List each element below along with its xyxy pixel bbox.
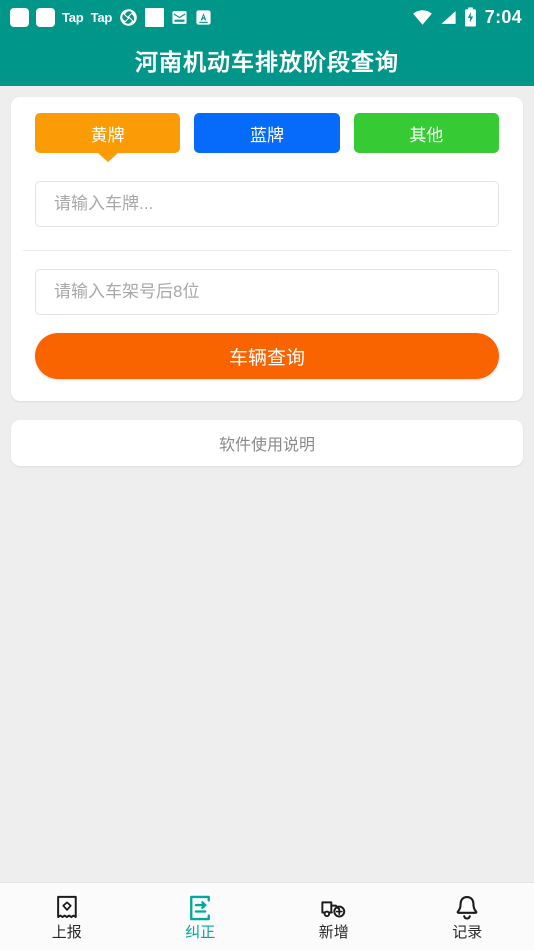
plate-field-row (11, 153, 523, 227)
vin-suffix-input[interactable] (35, 269, 499, 315)
translate-a-icon (196, 9, 211, 25)
nav-item-records[interactable]: 记录 (401, 883, 534, 950)
swirl-icon (120, 8, 137, 26)
help-card[interactable]: 软件使用说明 (11, 420, 523, 466)
truck-add-icon (321, 900, 345, 917)
submit-row: 车辆查询 (11, 315, 523, 379)
app-square-icon-1 (10, 7, 29, 27)
tab-blue-plate[interactable]: 蓝牌 (194, 113, 340, 153)
main-content: 黄牌 蓝牌 其他 车辆查询 软件使用说明 (0, 86, 534, 882)
app-square-icon-3 (145, 7, 165, 27)
mail-icon (172, 10, 187, 24)
page-title: 河南机动车排放阶段查询 (135, 49, 399, 75)
search-card: 黄牌 蓝牌 其他 车辆查询 (11, 97, 523, 401)
nav-item-correction-label: 纠正 (185, 923, 216, 941)
status-bar: Tap Tap 7:04 (0, 0, 534, 34)
tap-label-2: Tap (90, 9, 113, 25)
tab-other-plate[interactable]: 其他 (353, 113, 499, 153)
status-bar-right: 7:04 (412, 7, 522, 28)
tab-blue-plate-label: 蓝牌 (249, 125, 284, 145)
battery-charging-icon (464, 7, 476, 27)
vin-field-row (11, 251, 523, 315)
signal-icon (441, 10, 456, 24)
plate-number-input[interactable] (35, 181, 499, 227)
nav-item-correction[interactable]: 纠正 (134, 883, 268, 950)
nav-item-add-label: 新增 (318, 923, 349, 941)
wifi-icon (412, 9, 432, 25)
bell-icon (456, 895, 478, 920)
vehicle-query-button[interactable]: 车辆查询 (35, 333, 499, 379)
active-tab-caret-icon (97, 153, 118, 162)
help-card-label: 软件使用说明 (218, 437, 315, 454)
status-bar-clock: 7:04 (484, 6, 522, 27)
app-header: 河南机动车排放阶段查询 (0, 34, 534, 86)
status-bar-left: Tap Tap (10, 7, 412, 27)
tap-label-1: Tap (62, 9, 84, 25)
nav-item-records-label: 记录 (452, 923, 483, 941)
nav-item-report-label: 上报 (51, 923, 82, 941)
tab-yellow-plate[interactable]: 黄牌 (35, 113, 181, 162)
tab-other-plate-label: 其他 (409, 125, 444, 145)
plate-type-tabs: 黄牌 蓝牌 其他 (11, 113, 523, 162)
app-root: Tap Tap 7:04 河南机动车排放阶段查询 黄牌 蓝牌 其他 请输入车牌.… (0, 0, 534, 950)
app-square-icon-2 (36, 7, 55, 27)
bottom-navigation: 上报 纠正 新增 记录 (0, 882, 534, 950)
document-edit-icon (190, 895, 211, 920)
receipt-icon (56, 895, 77, 918)
nav-item-report[interactable]: 上报 (0, 883, 134, 950)
tab-yellow-plate-label: 黄牌 (90, 125, 125, 145)
nav-item-add[interactable]: 新增 (267, 883, 401, 950)
